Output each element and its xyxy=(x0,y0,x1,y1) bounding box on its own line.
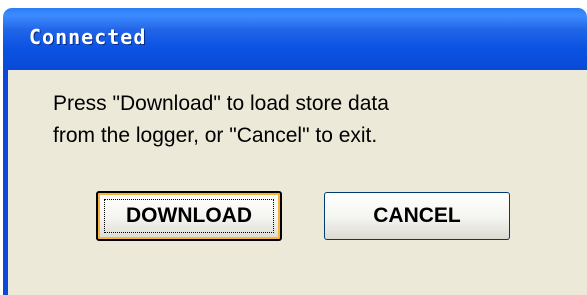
title-bar[interactable]: Connected xyxy=(3,8,587,70)
download-button-label: DOWNLOAD xyxy=(126,204,252,227)
message-line-1: Press "Download" to load store data xyxy=(53,92,389,115)
dialog-body: Press "Download" to load store data from… xyxy=(8,70,587,295)
cancel-button-label: CANCEL xyxy=(373,204,461,227)
cancel-button[interactable]: CANCEL xyxy=(324,192,510,240)
window-title: Connected xyxy=(29,25,147,49)
message-line-2: from the logger, or "Cancel" to exit. xyxy=(53,124,378,147)
dialog-message: Press "Download" to load store data from… xyxy=(53,88,389,152)
download-button[interactable]: DOWNLOAD xyxy=(96,191,282,241)
dialog-window: Connected Press "Download" to load store… xyxy=(0,0,587,295)
